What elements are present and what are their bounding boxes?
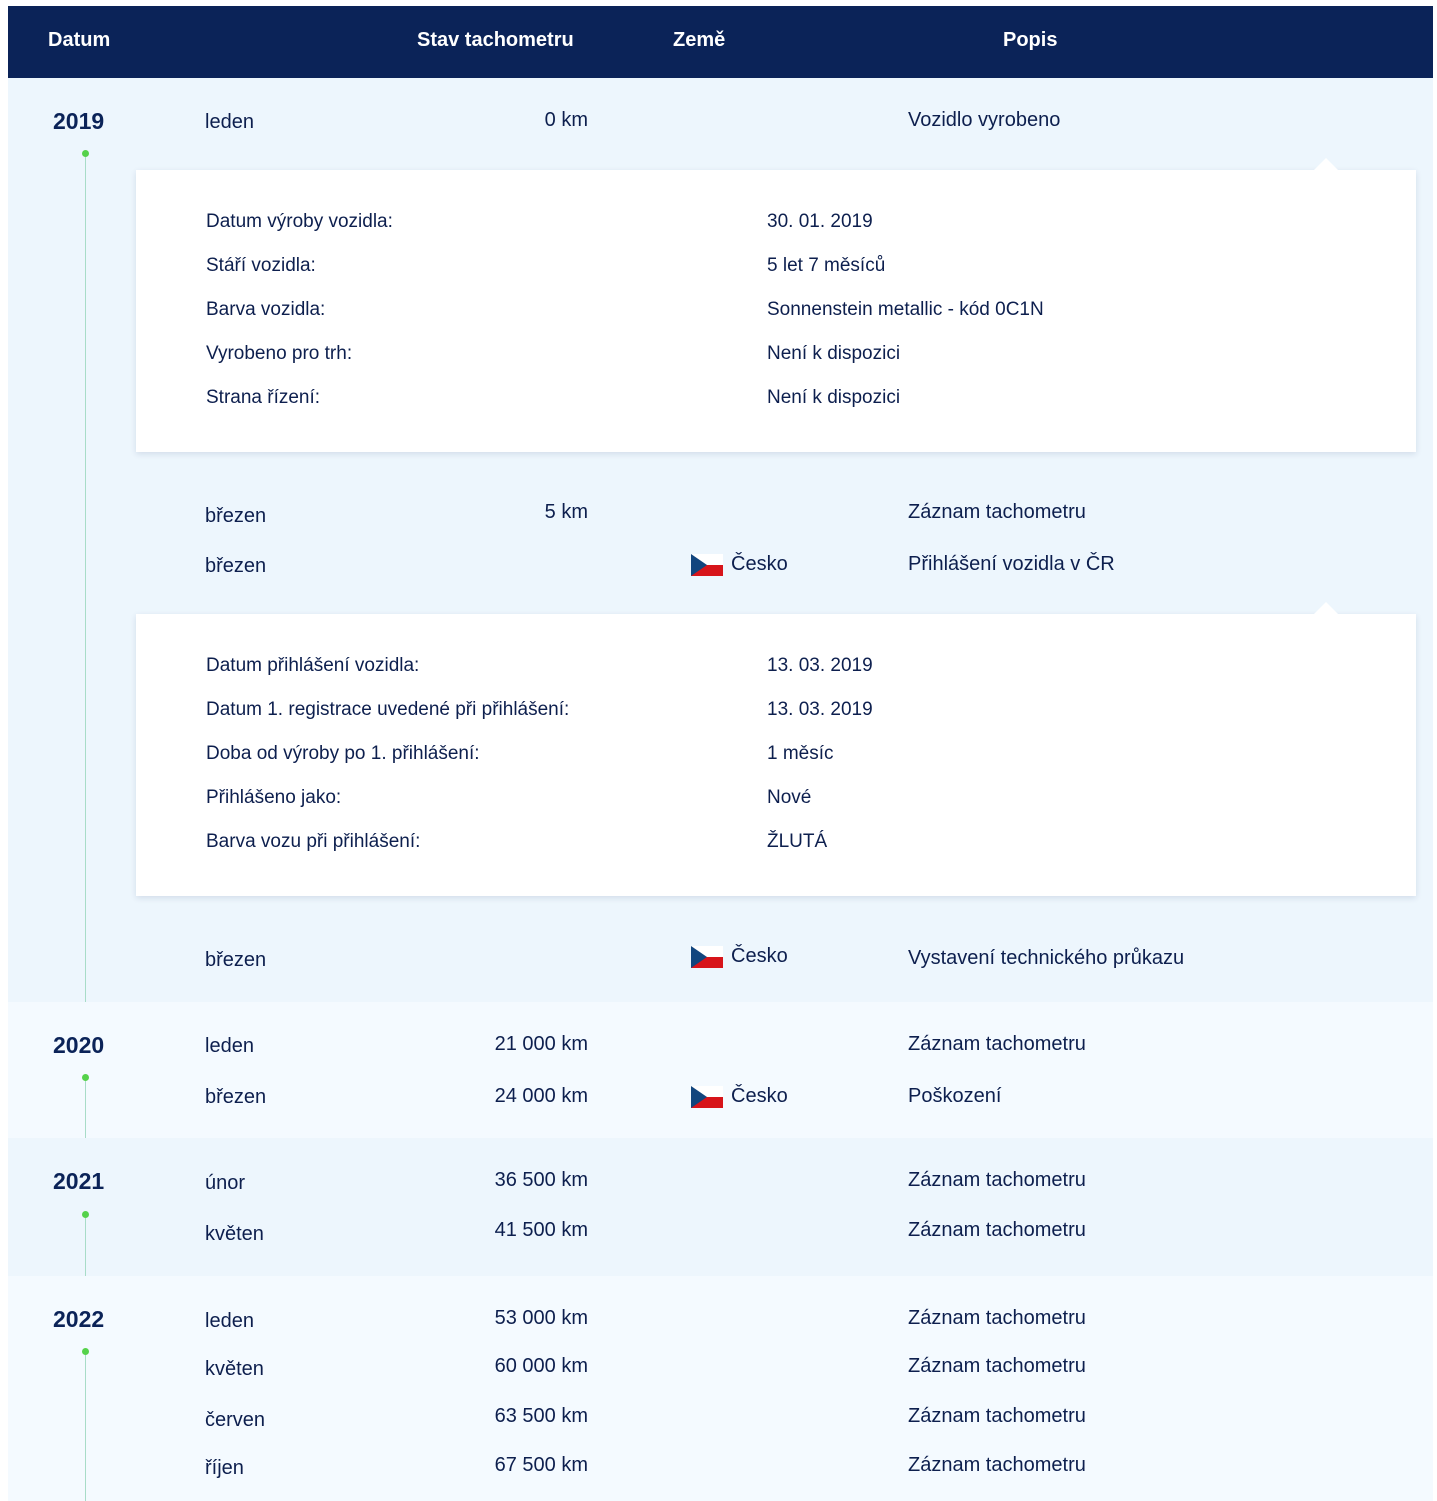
row-description: Vystavení technického průkazu <box>908 947 1185 969</box>
timeline-line <box>85 1218 86 1276</box>
timeline-dot <box>82 1348 89 1355</box>
detail-value: Sonnenstein metallic - kód 0C1N <box>767 299 1044 320</box>
detail-value: Nové <box>767 787 812 808</box>
timeline-line <box>85 157 86 1002</box>
detail-label: Datum přihlášení vozidla: <box>206 655 420 676</box>
row-odometer: 63 500 km <box>494 1405 588 1427</box>
detail-value: 5 let 7 měsíců <box>767 255 886 276</box>
detail-label: Barva vozidla: <box>206 299 326 320</box>
row-country: Česko <box>691 1085 788 1108</box>
row-description: Záznam tachometru <box>908 1355 1086 1377</box>
header-country: Země <box>673 29 726 51</box>
detail-label: Datum výroby vozidla: <box>206 211 393 232</box>
row-month: říjen <box>205 1457 244 1479</box>
row-month: březen <box>205 505 267 527</box>
detail-value: Není k dispozici <box>767 387 901 408</box>
year-section-2020: 2020 leden 21 000 km Záznam tachometru b… <box>8 1002 1433 1138</box>
row-description[interactable]: Přihlášení vozidla v ČR <box>908 553 1115 576</box>
row-odometer: 0 km <box>544 109 588 131</box>
row-month: květen <box>205 1223 264 1245</box>
detail-value: ŽLUTÁ <box>767 831 828 852</box>
detail-label: Doba od výroby po 1. přihlášení: <box>206 743 480 764</box>
year-label: 2020 <box>53 1032 105 1058</box>
row-odometer: 67 500 km <box>494 1454 588 1476</box>
row-odometer: 36 500 km <box>494 1169 588 1191</box>
detail-value: 1 měsíc <box>767 743 834 764</box>
row-odometer: 5 km <box>544 501 588 523</box>
production-details-panel: Datum výroby vozidla: 30. 01. 2019 Stáří… <box>136 158 1416 452</box>
row-odometer: 21 000 km <box>494 1033 588 1055</box>
table-header: Datum Stav tachometru Země Popis <box>8 6 1433 78</box>
row-month: leden <box>205 1035 254 1057</box>
timeline-dot <box>82 1211 89 1218</box>
timeline-line <box>85 1081 86 1138</box>
year-section-2021: 2021 únor 36 500 km Záznam tachometru kv… <box>8 1138 1433 1276</box>
header-description: Popis <box>1003 29 1058 51</box>
row-country: Česko <box>691 553 788 576</box>
header-date: Datum <box>48 29 111 51</box>
detail-value: 13. 03. 2019 <box>767 699 873 720</box>
row-description[interactable]: Vozidlo vyrobeno <box>908 109 1060 132</box>
row-description: Poškození <box>908 1085 1002 1107</box>
detail-label: Strana řízení: <box>206 387 321 408</box>
year-section-2022: 2022 leden 53 000 km Záznam tachometru k… <box>8 1276 1433 1501</box>
row-month: květen <box>205 1358 264 1380</box>
row-month: leden <box>205 1310 254 1332</box>
row-description: Záznam tachometru <box>908 501 1086 523</box>
year-label: 2021 <box>53 1168 105 1194</box>
row-odometer: 24 000 km <box>494 1085 588 1107</box>
detail-label: Vyrobeno pro trh: <box>206 343 353 364</box>
czech-flag-icon <box>691 553 723 576</box>
row-month: leden <box>205 111 254 133</box>
row-month: březen <box>205 949 267 971</box>
detail-label: Přihlášeno jako: <box>206 787 342 808</box>
detail-value: 13. 03. 2019 <box>767 655 873 676</box>
year-label: 2022 <box>53 1306 105 1332</box>
detail-value: 30. 01. 2019 <box>767 211 873 232</box>
timeline-dot <box>82 150 89 157</box>
czech-flag-icon <box>691 945 723 968</box>
detail-label: Datum 1. registrace uvedené při přihláše… <box>206 699 570 720</box>
panel-pointer <box>1314 158 1338 170</box>
timeline-line <box>85 1355 86 1501</box>
row-month: únor <box>205 1172 246 1194</box>
row-month: březen <box>205 555 267 577</box>
header-odometer: Stav tachometru <box>417 29 574 51</box>
row-odometer: 53 000 km <box>494 1307 588 1329</box>
row-description: Záznam tachometru <box>908 1033 1086 1055</box>
row-month: březen <box>205 1086 267 1108</box>
row-odometer: 60 000 km <box>494 1355 588 1377</box>
row-description: Záznam tachometru <box>908 1219 1086 1241</box>
country-name: Česko <box>731 553 788 575</box>
czech-flag-icon <box>691 1085 723 1108</box>
country-name: Česko <box>731 1085 788 1107</box>
year-section-2019: 2019 leden 0 km Vozidlo vyrobeno Datum v… <box>8 78 1433 1002</box>
registration-details-panel: Datum přihlášení vozidla: 13. 03. 2019 D… <box>136 602 1416 896</box>
row-month: červen <box>205 1409 266 1431</box>
row-description: Záznam tachometru <box>908 1169 1086 1191</box>
row-country: Česko <box>691 945 788 968</box>
row-description: Záznam tachometru <box>908 1307 1086 1329</box>
detail-value: Není k dispozici <box>767 343 901 364</box>
panel-pointer <box>1314 602 1338 614</box>
row-description: Záznam tachometru <box>908 1405 1086 1427</box>
detail-label: Barva vozu při přihlášení: <box>206 831 421 852</box>
year-label: 2019 <box>53 108 105 134</box>
country-name: Česko <box>731 945 788 967</box>
timeline-dot <box>82 1074 89 1081</box>
row-description: Záznam tachometru <box>908 1454 1086 1476</box>
row-odometer: 41 500 km <box>494 1219 588 1241</box>
detail-label: Stáří vozidla: <box>206 255 316 276</box>
